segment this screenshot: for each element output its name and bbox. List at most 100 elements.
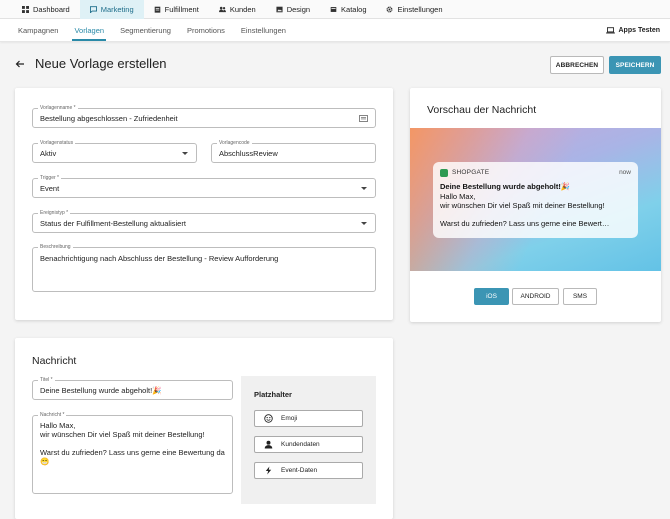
message-body-label: Nachricht * xyxy=(38,412,67,419)
nav-item-label: Design xyxy=(286,5,311,14)
cancel-button[interactable]: ABBRECHEN xyxy=(550,56,604,74)
apps-test-label: Apps Testen xyxy=(618,27,661,34)
trigger-select[interactable]: Trigger * Event xyxy=(32,175,376,198)
notification-line: Hallo Max, xyxy=(440,192,476,201)
message-title-value: Deine Bestellung wurde abgeholt!🎉 xyxy=(40,386,162,395)
template-name-field[interactable]: Vorlagenname * Bestellung abgeschlossen … xyxy=(32,105,376,128)
chevron-down-icon xyxy=(182,152,188,155)
list-icon[interactable] xyxy=(359,115,368,124)
push-notification-preview: SHOPGATE now Deine Bestellung wurde abge… xyxy=(433,162,638,238)
message-body-line: wir wünschen Dir viel Spaß mit deiner Be… xyxy=(40,430,205,439)
platform-android-button[interactable]: ANDROID xyxy=(512,288,559,305)
book-icon xyxy=(330,6,337,13)
tab-vorlagen[interactable]: Vorlagen xyxy=(66,19,112,41)
description-textarea[interactable]: Beschreibung Benachrichtigung nach Absch… xyxy=(32,244,376,292)
trigger-value: Event xyxy=(40,184,60,193)
preview-title: Vorschau der Nachricht xyxy=(427,104,537,116)
event-type-value: Status der Fulfillment-Bestellung aktual… xyxy=(40,219,186,228)
message-body-line: Warst du zufrieden? Lass uns gerne eine … xyxy=(40,448,225,457)
nav-item-label: Fulfillment xyxy=(164,5,199,14)
placeholder-button-label: Event-Daten xyxy=(281,467,318,474)
template-code-label: Vorlagencode xyxy=(217,140,252,147)
preview-background: SHOPGATE now Deine Bestellung wurde abge… xyxy=(410,128,661,271)
description-label: Beschreibung xyxy=(38,244,73,251)
grid-icon xyxy=(22,6,29,13)
clipboard-icon xyxy=(154,6,161,13)
event-type-select[interactable]: Ereignistyp * Status der Fulfillment-Bes… xyxy=(32,210,376,233)
notification-line: wir wünschen Dir viel Spaß mit deiner Be… xyxy=(440,201,605,210)
laptop-icon xyxy=(605,27,615,34)
image-icon xyxy=(276,6,283,13)
template-form-card: Vorlagenname * Bestellung abgeschlossen … xyxy=(15,88,393,320)
nav-item-label: Einstellungen xyxy=(397,5,443,14)
message-body-line: 😁 xyxy=(40,457,50,466)
nav-item-label: Dashboard xyxy=(33,5,70,14)
back-arrow-icon[interactable] xyxy=(15,59,25,69)
template-status-value: Aktiv xyxy=(40,149,57,158)
placeholder-panel: Platzhalter Emoji Kundendaten Event-Date… xyxy=(241,376,376,504)
chevron-down-icon xyxy=(361,222,367,225)
nav-item-katalog[interactable]: Katalog xyxy=(320,0,376,19)
nav-item-label: Marketing xyxy=(100,5,134,14)
template-code-field[interactable]: Vorlagencode AbschlussReview xyxy=(211,140,376,163)
placeholder-button-label: Emoji xyxy=(281,415,298,422)
message-preview-card: Vorschau der Nachricht SHOPGATE now Dein… xyxy=(410,88,661,322)
page-title: Neue Vorlage erstellen xyxy=(35,56,167,71)
app-icon xyxy=(440,169,448,177)
notification-body: Hallo Max, wir wünschen Dir viel Spaß mi… xyxy=(440,192,631,228)
top-navigation: Dashboard Marketing Fulfillment Kunden D… xyxy=(0,0,670,19)
tab-kampagnen[interactable]: Kampagnen xyxy=(10,19,66,41)
gear-icon xyxy=(386,6,393,13)
nav-item-label: Katalog xyxy=(341,5,367,14)
tab-einstellungen[interactable]: Einstellungen xyxy=(233,19,294,41)
people-icon xyxy=(218,6,226,13)
nav-item-einstellungen[interactable]: Einstellungen xyxy=(376,0,452,19)
platform-ios-button[interactable]: iOS xyxy=(474,288,509,305)
message-heading: Nachricht xyxy=(32,355,77,367)
message-body-value: Hallo Max, wir wünschen Dir viel Spaß mi… xyxy=(40,421,228,466)
smiley-icon xyxy=(264,414,273,423)
tab-segmentierung[interactable]: Segmentierung xyxy=(112,19,179,41)
tab-label: Promotions xyxy=(186,25,225,35)
nav-item-design[interactable]: Design xyxy=(266,0,320,19)
notification-title: Deine Bestellung wurde abgeholt!🎉 xyxy=(440,182,571,191)
notification-time: now xyxy=(619,169,631,176)
placeholder-title: Platzhalter xyxy=(254,390,292,399)
event-data-placeholder-button[interactable]: Event-Daten xyxy=(254,462,363,479)
customer-data-placeholder-button[interactable]: Kundendaten xyxy=(254,436,363,453)
bolt-icon xyxy=(264,466,273,475)
nav-item-fulfillment[interactable]: Fulfillment xyxy=(144,0,209,19)
tab-label: Einstellungen xyxy=(240,25,286,35)
placeholder-button-label: Kundendaten xyxy=(281,441,320,448)
tab-label: Vorlagen xyxy=(74,25,105,35)
message-card: Nachricht Titel * Deine Bestellung wurde… xyxy=(15,338,393,519)
message-body-textarea[interactable]: Nachricht * Hallo Max, wir wünschen Dir … xyxy=(32,412,233,494)
description-value: Benachrichtigung nach Abschluss der Best… xyxy=(40,254,279,263)
person-icon xyxy=(264,440,273,449)
template-code-value: AbschlussReview xyxy=(219,149,278,158)
template-status-label: Vorlagenstatus xyxy=(38,140,76,147)
notification-app-name: SHOPGATE xyxy=(452,169,490,176)
trigger-label: Trigger * xyxy=(38,175,61,182)
save-button[interactable]: SPEICHERN xyxy=(609,56,661,74)
chat-icon xyxy=(89,6,97,13)
tab-promotions[interactable]: Promotions xyxy=(179,19,233,41)
notification-line: Warst du zufrieden? Lass uns gerne eine … xyxy=(440,219,610,228)
message-title-field[interactable]: Titel * Deine Bestellung wurde abgeholt!… xyxy=(32,377,233,400)
message-title-label: Titel * xyxy=(38,377,55,384)
nav-item-kunden[interactable]: Kunden xyxy=(209,0,266,19)
template-name-label: Vorlagenname * xyxy=(38,105,78,112)
event-type-label: Ereignistyp * xyxy=(38,210,71,217)
message-body-line: Hallo Max, xyxy=(40,421,76,430)
platform-sms-button[interactable]: SMS xyxy=(563,288,597,305)
apps-test-button[interactable]: Apps Testen xyxy=(605,19,661,42)
nav-item-marketing[interactable]: Marketing xyxy=(79,0,144,19)
emoji-placeholder-button[interactable]: Emoji xyxy=(254,410,363,427)
sub-navigation: Kampagnen Vorlagen Segmentierung Promoti… xyxy=(0,19,670,42)
nav-item-label: Kunden xyxy=(229,5,256,14)
tab-label: Kampagnen xyxy=(18,25,59,35)
nav-item-dashboard[interactable]: Dashboard xyxy=(12,0,80,19)
template-name-value: Bestellung abgeschlossen - Zufriedenheit xyxy=(40,114,178,123)
tab-label: Segmentierung xyxy=(120,25,171,35)
template-status-select[interactable]: Vorlagenstatus Aktiv xyxy=(32,140,197,163)
